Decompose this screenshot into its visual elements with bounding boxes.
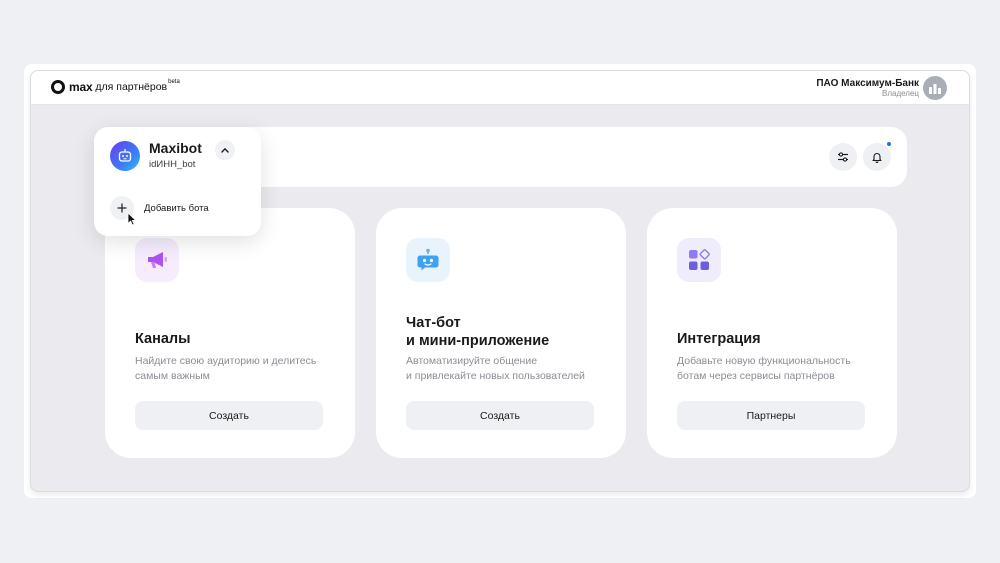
card-description-line1: Добавьте новую функциональность xyxy=(677,355,851,367)
bot-handle: idИНН_bot xyxy=(149,159,196,170)
notification-dot xyxy=(886,141,892,147)
bell-icon xyxy=(872,153,882,163)
notifications-button[interactable] xyxy=(863,141,892,171)
create-chatbot-button[interactable]: Создать xyxy=(406,401,594,430)
card-chatbot: Чат-бот и мини-приложение Автоматизируйт… xyxy=(376,208,626,458)
account-role: Владелец xyxy=(881,89,919,98)
avatar[interactable] xyxy=(923,76,947,100)
bot-avatar[interactable] xyxy=(110,141,140,171)
robot-icon xyxy=(406,238,450,282)
logo-word: max xyxy=(69,80,93,94)
top-bar: max для партнёров beta ПАО Максимум-Банк… xyxy=(31,71,969,105)
filters-button[interactable] xyxy=(829,143,857,171)
account-info[interactable]: ПАО Максимум-Банк Владелец xyxy=(816,78,919,99)
card-integration: Интеграция Добавьте новую функциональнос… xyxy=(647,208,897,458)
partners-button[interactable]: Партнеры xyxy=(677,401,865,430)
card-channels: Каналы Найдите свою аудиторию и делитесь… xyxy=(105,208,355,458)
mouse-cursor-icon xyxy=(127,212,137,226)
add-bot-label: Добавить бота xyxy=(144,202,209,214)
account-name: ПАО Максимум-Банк xyxy=(816,78,919,89)
create-channel-button[interactable]: Создать xyxy=(135,401,323,430)
card-description-line2: и привлекайте новых пользователей xyxy=(406,370,585,382)
bot-switcher-dropdown: Maxibot idИНН_bot Добавить бота xyxy=(94,127,261,236)
bot-name: Maxibot xyxy=(149,140,202,156)
card-title: Каналы xyxy=(135,331,191,347)
collapse-button[interactable] xyxy=(215,140,235,160)
sliders-icon xyxy=(838,152,848,162)
chevron-up-icon xyxy=(221,148,229,153)
megaphone-icon xyxy=(135,238,179,282)
card-description-line1: Найдите свою аудиторию и делитесь xyxy=(135,355,317,367)
logo[interactable]: max для партнёров beta xyxy=(51,79,180,94)
card-description-line2: самым важным xyxy=(135,370,210,382)
card-title-line1: Чат-бот xyxy=(406,315,461,331)
apps-grid-icon xyxy=(677,238,721,282)
logo-subtitle: для партнёров xyxy=(95,81,168,93)
card-title: Интеграция xyxy=(677,331,761,347)
beta-badge: beta xyxy=(168,79,180,85)
robot-face-icon xyxy=(118,149,132,162)
card-description-line1: Автоматизируйте общение xyxy=(406,355,538,367)
card-title-line2: и мини-приложение xyxy=(406,333,550,349)
add-bot-button[interactable]: Добавить бота xyxy=(110,196,209,220)
max-logo-icon xyxy=(51,80,65,94)
bank-icon xyxy=(929,84,941,94)
card-description-line2: ботам через сервисы партнёров xyxy=(677,370,835,382)
